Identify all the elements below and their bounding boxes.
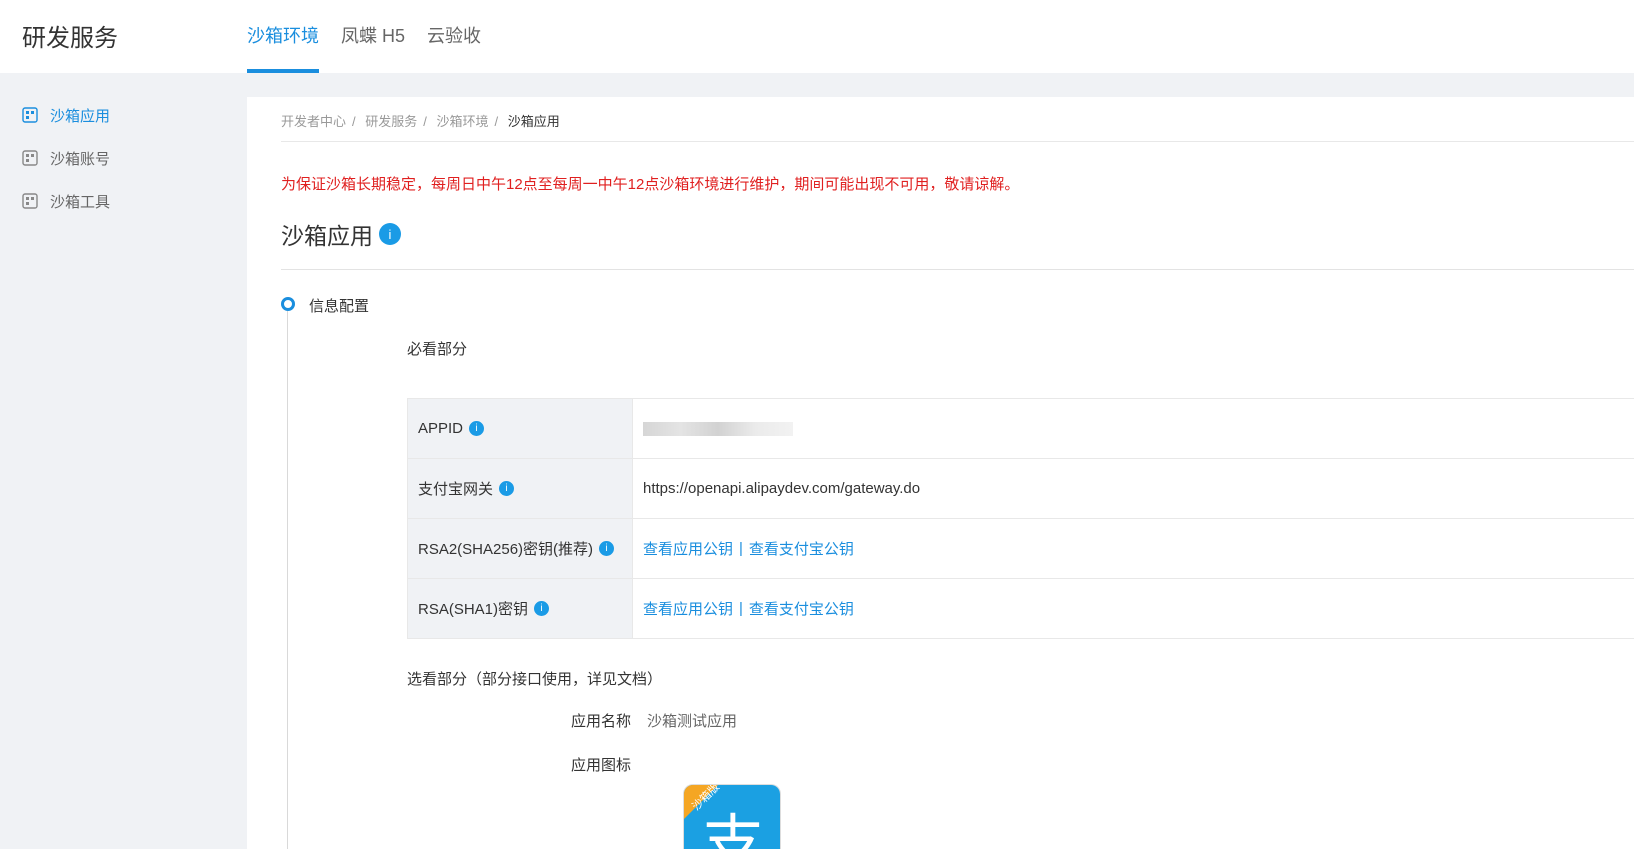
info-icon[interactable]: i [534,601,550,616]
app-icon-row: 应用图标 [407,754,647,775]
row-key-text: RSA(SHA1)密钥 [418,601,529,618]
row-value: 查看应用公钥 | 查看支付宝公钥 [633,579,1634,638]
step-label: 信息配置 [309,298,370,315]
sidebar-item-label: 沙箱应用 [50,107,111,125]
info-icon[interactable]: i [599,541,615,556]
page-title: 沙箱应用 i [281,217,401,251]
brand-title: 研发服务 [22,25,118,52]
sidebar-item-sandbox-account[interactable]: 沙箱账号 [22,146,110,170]
page-title-text: 沙箱应用 [281,223,373,249]
row-key-text: APPID [418,420,464,437]
sidebar-item-sandbox-app[interactable]: 沙箱应用 [22,103,110,127]
row-value: https://openapi.alipaydev.com/gateway.do [633,459,1634,518]
link-separator: | [739,600,743,617]
app-grid-icon [22,150,38,166]
view-alipay-public-key-link[interactable]: 查看支付宝公钥 [749,598,854,619]
breadcrumb-separator: / [494,114,499,129]
must-section-title: 必看部分 [407,341,468,358]
maintenance-notice: 为保证沙箱长期稳定，每周日中午12点至每周一中午12点沙箱环境进行维护，期间可能… [281,176,1020,193]
link-separator: | [739,540,743,557]
view-app-public-key-link[interactable]: 查看应用公钥 [643,538,733,559]
row-value [633,399,1634,458]
optional-section-title: 选看部分（部分接口使用，详见文档） [407,671,663,688]
breadcrumb-separator: / [352,114,356,129]
breadcrumb-developer-center[interactable]: 开发者中心 [281,114,346,129]
row-value: 查看应用公钥 | 查看支付宝公钥 [633,519,1634,578]
info-icon[interactable]: i [499,481,515,496]
table-row: RSA2(SHA256)密钥(推荐) i 查看应用公钥 | 查看支付宝公钥 [408,519,1634,579]
app-grid-icon [22,107,38,123]
app-name-row: 应用名称 沙箱测试应用 [407,710,737,731]
top-header: 研发服务 沙箱环境 凤蝶 H5 云验收 [0,0,1634,73]
config-table: APPID i 支付宝网关 i https://openapi.alipayde… [407,398,1634,639]
tab-fengdie-h5[interactable]: 凤蝶 H5 [341,0,405,73]
row-key: RSA2(SHA256)密钥(推荐) i [408,519,633,578]
sidebar: 沙箱应用 沙箱账号 沙箱工具 [0,97,247,849]
appid-value-redacted [643,421,793,436]
table-row: APPID i [408,399,1634,459]
app-name-label: 应用名称 [570,713,631,730]
step-dot-icon [281,297,295,311]
divider [281,141,1634,142]
alipay-glyph: 支 [702,807,764,849]
step-line [287,311,288,849]
view-app-public-key-link[interactable]: 查看应用公钥 [643,598,733,619]
divider [281,269,1634,270]
app-icon-label: 应用图标 [570,757,631,774]
alipay-app-icon: 沙箱版 支 [683,784,781,849]
info-icon[interactable]: i [469,421,485,436]
row-key-text: RSA2(SHA256)密钥(推荐) [418,541,594,558]
tab-sandbox-env[interactable]: 沙箱环境 [247,0,319,73]
breadcrumb-rd-service[interactable]: 研发服务 [365,114,417,129]
view-alipay-public-key-link[interactable]: 查看支付宝公钥 [749,538,854,559]
info-icon[interactable]: i [379,223,401,245]
breadcrumb-current: 沙箱应用 [507,114,560,129]
table-row: 支付宝网关 i https://openapi.alipaydev.com/ga… [408,459,1634,519]
breadcrumb: 开发者中心 / 研发服务 / 沙箱环境 / 沙箱应用 [281,111,566,130]
sidebar-item-sandbox-tools[interactable]: 沙箱工具 [22,189,110,213]
app-grid-icon [22,193,38,209]
row-key-text: 支付宝网关 [418,481,494,498]
breadcrumb-separator: / [423,114,427,129]
sidebar-item-label: 沙箱账号 [50,150,111,168]
gateway-url: https://openapi.alipaydev.com/gateway.do [643,480,921,497]
tab-cloud-acceptance[interactable]: 云验收 [427,0,481,73]
breadcrumb-sandbox-env[interactable]: 沙箱环境 [437,114,489,129]
table-row: RSA(SHA1)密钥 i 查看应用公钥 | 查看支付宝公钥 [408,579,1634,639]
sidebar-item-label: 沙箱工具 [50,193,111,211]
top-nav: 沙箱环境 凤蝶 H5 云验收 [247,0,503,73]
app-name-value: 沙箱测试应用 [647,713,738,730]
main-content: 开发者中心 / 研发服务 / 沙箱环境 / 沙箱应用 为保证沙箱长期稳定，每周日中午1… [247,97,1634,849]
row-key: APPID i [408,399,633,458]
row-key: 支付宝网关 i [408,459,633,518]
row-key: RSA(SHA1)密钥 i [408,579,633,638]
